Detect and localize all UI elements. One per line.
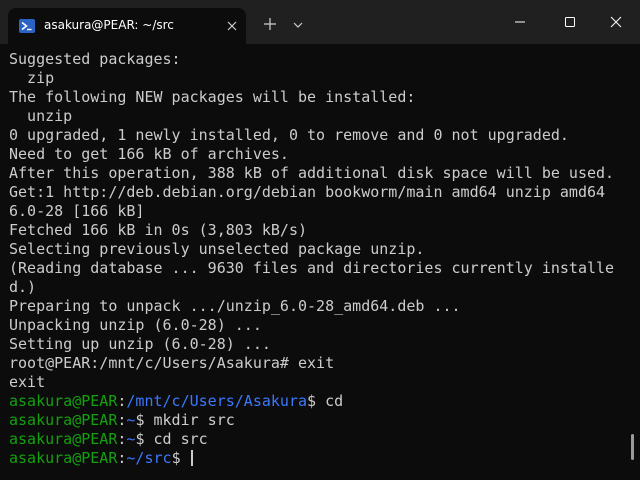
prompt-user: asakura@PEAR (9, 411, 118, 429)
terminal-line: root@PEAR:/mnt/c/Users/Asakura# exit (9, 354, 335, 372)
prompt-path: ~/src (126, 449, 172, 467)
prompt-command (181, 449, 190, 467)
text-cursor (190, 450, 193, 466)
prompt-line: asakura@PEAR:~$ cd src (9, 430, 629, 449)
terminal-line: unzip (9, 107, 73, 125)
terminal-line: After this operation, 388 kB of addition… (9, 164, 615, 182)
prompt-line: asakura@PEAR:/mnt/c/Users/Asakura$ cd (9, 392, 629, 411)
prompt-command: cd (316, 392, 344, 410)
prompt-symbol: $ (307, 392, 317, 410)
prompt-user: asakura@PEAR (9, 449, 118, 467)
dropdown-chevron-icon[interactable] (292, 18, 304, 30)
tab-active[interactable]: asakura@PEAR: ~/src (8, 8, 246, 44)
terminal-output[interactable]: Suggested packages: zip The following NEW… (9, 50, 629, 474)
prompt-path: /mnt/c/Users/Asakura (126, 392, 308, 410)
terminal-line: zip (9, 69, 55, 87)
prompt-user: asakura@PEAR (9, 430, 118, 448)
terminal-line: Selecting previously unselected package … (9, 240, 425, 258)
terminal-window: asakura@PEAR: ~/src Suggested packages: … (0, 0, 640, 480)
terminal-line: The following NEW packages will be insta… (9, 88, 416, 106)
prompt-user: asakura@PEAR (9, 392, 118, 410)
terminal-line: 0 upgraded, 1 newly installed, 0 to remo… (9, 126, 569, 144)
terminal-line: 6.0-28 [166 kB] (9, 202, 145, 220)
prompt-line: asakura@PEAR:~/src$ (9, 449, 629, 468)
terminal-line: Need to get 166 kB of archives. (9, 145, 289, 163)
prompt-command: mkdir src (144, 411, 235, 429)
maximize-icon[interactable] (558, 12, 582, 32)
terminal-line: Setting up unzip (6.0-28) ... (9, 335, 271, 353)
scrollbar-thumb[interactable] (631, 434, 634, 460)
terminal-line: Suggested packages: (9, 50, 181, 68)
prompt-command: cd src (144, 430, 208, 448)
terminal-line: exit (9, 373, 46, 391)
terminal-line: Fetched 166 kB in 0s (3,803 kB/s) (9, 221, 308, 239)
tab-title: asakura@PEAR: ~/src (44, 18, 174, 32)
terminal-line: Preparing to unpack .../unzip_6.0-28_amd… (9, 297, 461, 315)
terminal-line: d.) (9, 278, 37, 296)
prompt-line: asakura@PEAR:~$ mkdir src (9, 411, 629, 430)
terminal-line: Get:1 http://deb.debian.org/debian bookw… (9, 183, 606, 201)
prompt-symbol: $ (171, 449, 181, 467)
terminal-powershell-icon (19, 18, 35, 34)
terminal-line: Unpacking unzip (6.0-28) ... (9, 316, 262, 334)
new-tab-icon[interactable] (262, 16, 278, 32)
close-icon[interactable] (604, 12, 628, 32)
title-bar: asakura@PEAR: ~/src (0, 0, 640, 44)
minimize-icon[interactable] (508, 12, 532, 32)
close-tab-icon[interactable] (224, 18, 240, 34)
terminal-line: (Reading database ... 9630 files and dir… (9, 259, 615, 277)
